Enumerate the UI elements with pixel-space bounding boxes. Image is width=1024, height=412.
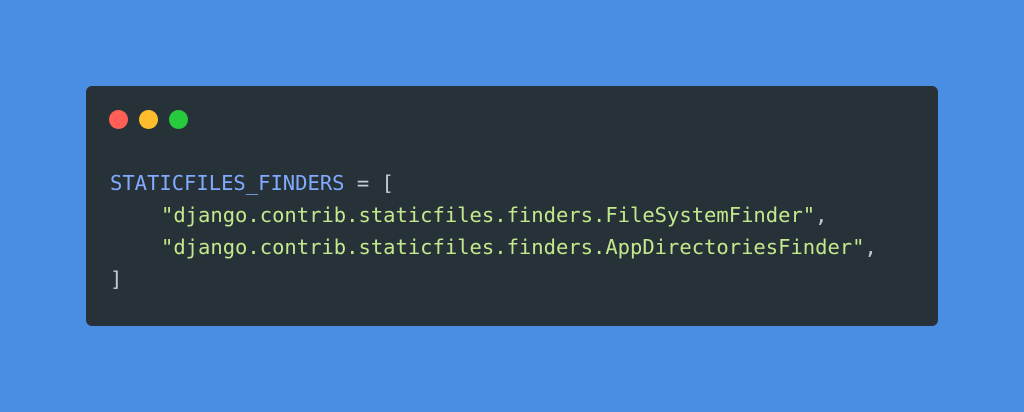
code-line-3: "django.contrib.staticfiles.finders.AppD…	[110, 231, 877, 263]
open-bracket: [	[381, 171, 394, 195]
maximize-dot-icon	[169, 110, 188, 129]
minimize-dot-icon	[139, 110, 158, 129]
window-controls	[109, 110, 188, 129]
close-bracket: ]	[110, 267, 123, 291]
comma: ,	[815, 203, 828, 227]
close-dot-icon	[109, 110, 128, 129]
code-line-2: "django.contrib.staticfiles.finders.File…	[110, 199, 877, 231]
code-line-1: STATICFILES_FINDERS = [	[110, 167, 877, 199]
assign-operator: =	[344, 171, 382, 195]
code-line-4: ]	[110, 263, 877, 295]
string-literal: "django.contrib.staticfiles.finders.AppD…	[161, 235, 865, 259]
comma: ,	[864, 235, 877, 259]
variable-name: STATICFILES_FINDERS	[110, 171, 345, 195]
code-block: STATICFILES_FINDERS = [ "django.contrib.s…	[110, 167, 877, 295]
string-literal: "django.contrib.staticfiles.finders.File…	[161, 203, 816, 227]
